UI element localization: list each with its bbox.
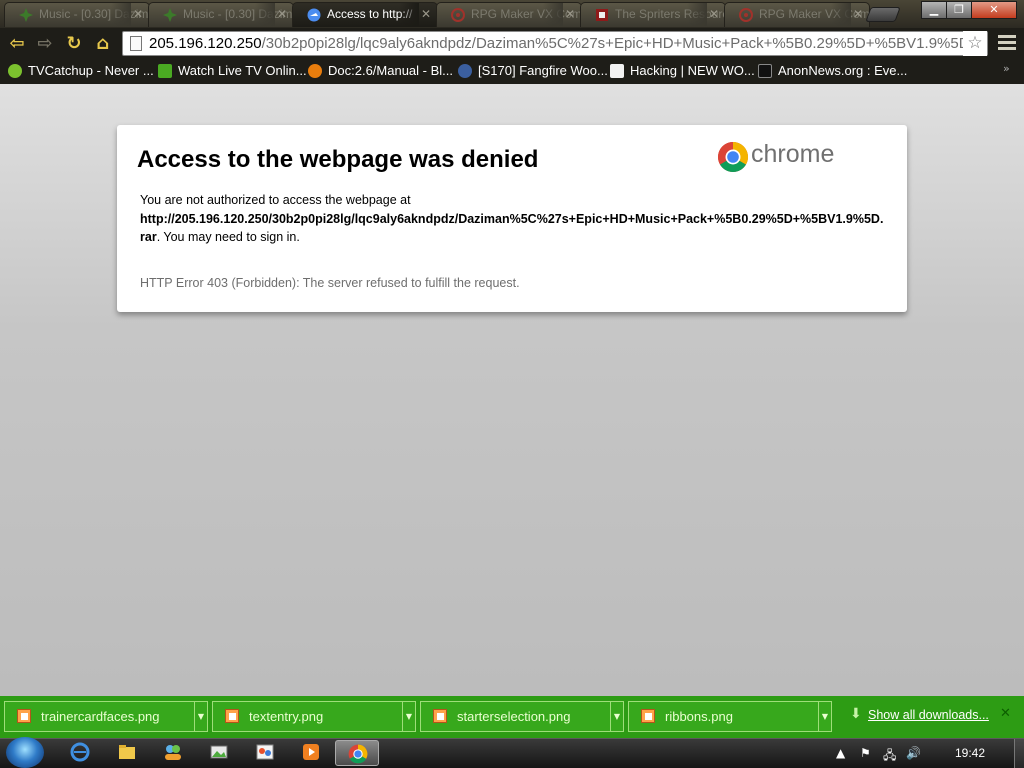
png-file-icon bbox=[641, 709, 655, 723]
error-heading: Access to the webpage was denied bbox=[137, 146, 539, 173]
download-filename: starterselection.png bbox=[457, 709, 571, 724]
bookmark-label: AnonNews.org : Eve... bbox=[778, 63, 908, 78]
url-host: 205.196.120.250 bbox=[149, 35, 262, 52]
action-center-flag-icon[interactable]: ⚑ bbox=[860, 746, 871, 760]
message-suffix: . You may need to sign in. bbox=[156, 230, 300, 244]
media-player-icon[interactable] bbox=[301, 742, 321, 762]
chrome-logo-icon bbox=[717, 142, 749, 173]
tab-music-2[interactable]: Music - [0.30] Daziman ✕ bbox=[148, 2, 294, 27]
bookmarks-overflow-icon[interactable]: » bbox=[1003, 62, 1010, 75]
taskbar-chrome-button[interactable] bbox=[335, 740, 379, 766]
close-tab-icon[interactable]: ✕ bbox=[421, 3, 431, 26]
bookmark-blender-manual[interactable]: Doc:2.6/Manual - Bl... bbox=[308, 61, 453, 81]
error-message: You are not authorized to access the web… bbox=[140, 191, 888, 247]
internet-explorer-icon[interactable] bbox=[70, 742, 90, 762]
chrome-icon bbox=[348, 744, 368, 764]
download-item-textentry[interactable]: textentry.png ▼ bbox=[212, 701, 416, 732]
close-tab-icon[interactable]: ✕ bbox=[853, 3, 863, 26]
page-icon bbox=[130, 36, 142, 51]
png-file-icon bbox=[433, 709, 447, 723]
bookmark-fangfire[interactable]: [S170] Fangfire Woo... bbox=[458, 61, 608, 81]
close-tab-icon[interactable]: ✕ bbox=[709, 3, 719, 26]
fangfire-icon bbox=[458, 64, 472, 78]
rpg-maker-icon bbox=[739, 8, 753, 22]
bookmark-label: Doc:2.6/Manual - Bl... bbox=[328, 63, 453, 78]
windows-live-messenger-icon[interactable] bbox=[163, 742, 183, 762]
taskbar-clock[interactable]: 19:42 bbox=[955, 746, 985, 760]
png-file-icon bbox=[225, 709, 239, 723]
bookmark-hacking[interactable]: Hacking | NEW WO... bbox=[610, 61, 755, 81]
tvcatchup-icon bbox=[8, 64, 22, 78]
minimize-button[interactable]: ▁ bbox=[921, 1, 947, 19]
download-filename: trainercardfaces.png bbox=[41, 709, 160, 724]
bookmark-label: [S170] Fangfire Woo... bbox=[478, 63, 608, 78]
bookmark-label: Hacking | NEW WO... bbox=[630, 63, 755, 78]
download-item-ribbons[interactable]: ribbons.png ▼ bbox=[628, 701, 832, 732]
back-icon[interactable]: ⇦ bbox=[5, 33, 29, 55]
page-viewport: Access to the webpage was denied chrome … bbox=[0, 84, 1024, 696]
photo-viewer-icon[interactable] bbox=[209, 742, 229, 762]
paint-icon[interactable] bbox=[255, 742, 275, 762]
download-item-starterselection[interactable]: starterselection.png ▼ bbox=[420, 701, 624, 732]
wifi-tv-icon bbox=[158, 64, 172, 78]
blender-icon bbox=[308, 64, 322, 78]
bookmark-star-icon[interactable]: ☆ bbox=[963, 31, 987, 56]
png-file-icon bbox=[17, 709, 31, 723]
tab-music-1[interactable]: Music - [0.30] Daziman ✕ bbox=[4, 2, 150, 27]
chevron-down-icon[interactable]: ▼ bbox=[194, 702, 207, 731]
download-arrow-icon: ⬇ bbox=[850, 706, 862, 722]
start-button[interactable] bbox=[6, 737, 44, 768]
chevron-down-icon[interactable]: ▼ bbox=[818, 702, 831, 731]
page-icon bbox=[610, 64, 624, 78]
tab-rpg-maker-2[interactable]: RPG Maker VX Community ✕ bbox=[724, 2, 870, 27]
close-tab-icon[interactable]: ✕ bbox=[133, 3, 143, 26]
chrome-brand-text: chrome bbox=[751, 140, 835, 168]
bookmark-anonnews[interactable]: AnonNews.org : Eve... bbox=[758, 61, 907, 81]
download-filename: textentry.png bbox=[249, 709, 324, 724]
bookmark-label: TVCatchup - Never ... bbox=[28, 63, 154, 78]
url-path: /30b2p0pi28lg/lqc9aly6akndpdz/Daziman%5C… bbox=[261, 35, 988, 52]
restore-button[interactable]: ❐ bbox=[946, 1, 972, 19]
chrome-error-icon bbox=[307, 8, 321, 22]
tab-rpg-maker-1[interactable]: RPG Maker VX Community ✕ bbox=[436, 2, 582, 27]
address-bar[interactable]: 205.196.120.250/30b2p0pi28lg/lqc9aly6akn… bbox=[122, 31, 988, 56]
pokemon-leaf-icon bbox=[163, 8, 177, 22]
network-icon[interactable]: 🖧 bbox=[883, 746, 896, 767]
bookmark-tvcatchup[interactable]: TVCatchup - Never ... bbox=[8, 61, 154, 81]
tab-access-denied[interactable]: Access to http:// ✕ bbox=[292, 2, 438, 27]
volume-icon[interactable]: 🔊 bbox=[906, 746, 921, 760]
download-item-trainercardfaces[interactable]: trainercardfaces.png ▼ bbox=[4, 701, 208, 732]
download-filename: ribbons.png bbox=[665, 709, 733, 724]
forward-icon[interactable]: ⇨ bbox=[33, 33, 57, 55]
bookmark-label: Watch Live TV Onlin... bbox=[178, 63, 307, 78]
spriters-resource-icon bbox=[596, 9, 608, 21]
http-error-detail: HTTP Error 403 (Forbidden): The server r… bbox=[140, 276, 520, 290]
show-hidden-icons-icon[interactable]: ▲ bbox=[836, 746, 845, 760]
show-desktop-button[interactable] bbox=[1014, 739, 1024, 768]
new-tab-button[interactable] bbox=[865, 7, 901, 22]
close-tab-icon[interactable]: ✕ bbox=[277, 3, 287, 26]
reload-icon[interactable]: ↻ bbox=[62, 33, 86, 55]
anonnews-icon bbox=[758, 64, 772, 78]
home-icon[interactable]: ⌂ bbox=[91, 33, 115, 55]
pokemon-leaf-icon bbox=[19, 8, 33, 22]
chevron-down-icon[interactable]: ▼ bbox=[402, 702, 415, 731]
wrench-menu-icon[interactable] bbox=[998, 35, 1016, 51]
tab-spriters-resource[interactable]: The Spriters Resource ✕ bbox=[580, 2, 726, 27]
close-shelf-icon[interactable]: ✕ bbox=[1000, 706, 1011, 721]
show-all-downloads-link[interactable]: Show all downloads... bbox=[868, 708, 989, 722]
bookmark-watch-live-tv[interactable]: Watch Live TV Onlin... bbox=[158, 61, 307, 81]
rpg-maker-icon bbox=[451, 8, 465, 22]
error-card: Access to the webpage was denied chrome … bbox=[117, 125, 907, 312]
message-prefix: You are not authorized to access the web… bbox=[140, 193, 411, 207]
close-tab-icon[interactable]: ✕ bbox=[565, 3, 575, 26]
windows-explorer-icon[interactable] bbox=[117, 742, 137, 762]
window-close-button[interactable]: ✕ bbox=[971, 1, 1017, 19]
chevron-down-icon[interactable]: ▼ bbox=[610, 702, 623, 731]
